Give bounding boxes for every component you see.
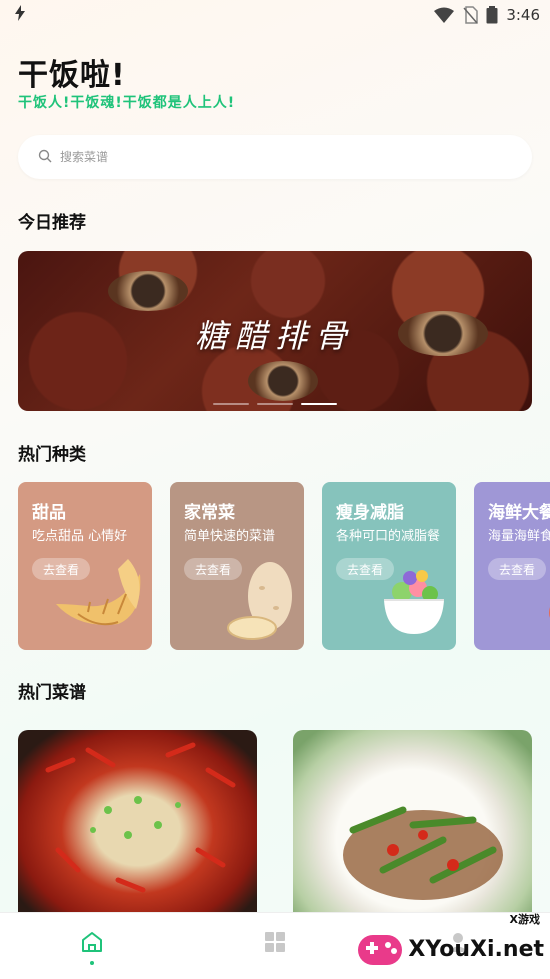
banner-title: 糖醋排骨 (194, 317, 355, 355)
view-button[interactable]: 去查看 (488, 558, 546, 580)
watermark-text: XYouXi.net (408, 936, 544, 962)
clock-time: 3:46 (506, 6, 540, 24)
category-desc: 吃点甜品 心情好 (32, 529, 128, 544)
recommend-banner[interactable]: 糖醋排骨 (18, 251, 532, 411)
category-card-dessert[interactable]: 甜品 吃点甜品 心情好 去查看 (18, 482, 152, 650)
category-card-diet[interactable]: 瘦身减脂 各种可口的减脂餐 去查看 (322, 482, 456, 650)
battery-icon (486, 6, 498, 24)
active-indicator (89, 961, 94, 965)
croissant-icon (56, 559, 141, 626)
status-bar: 3:46 (0, 0, 550, 30)
recipe-card-stir-fry[interactable] (293, 730, 532, 912)
category-name: 甜品 (32, 503, 66, 523)
app-title: 干饭啦! (18, 58, 126, 93)
home-icon (80, 931, 104, 957)
category-desc: 简单快速的菜谱 (184, 529, 276, 544)
section-title-recipes: 热门菜谱 (18, 683, 86, 703)
wifi-icon (434, 7, 455, 23)
shrimp-icon (549, 607, 550, 618)
category-name: 海鲜大餐 (488, 503, 550, 523)
search-input[interactable] (60, 150, 480, 164)
tab-home[interactable] (62, 931, 122, 971)
food-decoration (248, 361, 318, 401)
section-title-today: 今日推荐 (18, 213, 86, 233)
category-list: 甜品 吃点甜品 心情好 去查看 家常菜 简单快速的菜谱 去查看 瘦身减脂 各种可… (18, 482, 550, 650)
category-name: 瘦身减脂 (336, 503, 404, 523)
watermark-small-text: X游戏 (509, 913, 540, 926)
flash-icon (14, 5, 26, 25)
gamepad-icon (358, 935, 403, 965)
recipe-card-spicy-fish[interactable] (18, 730, 257, 912)
category-desc: 各种可口的减脂餐 (336, 529, 441, 544)
section-title-categories: 热门种类 (18, 445, 86, 465)
app-subtitle: 干饭人!干饭魂!干饭都是人上人! (18, 95, 236, 111)
watermark-logo: X游戏 XYouXi.net (356, 913, 544, 969)
spicy-fish-image (45, 742, 236, 893)
no-sim-icon (462, 6, 479, 24)
grid-icon (264, 931, 286, 957)
search-bar[interactable] (18, 135, 532, 179)
banner-indicator (18, 403, 532, 405)
banner-dot-active[interactable] (301, 403, 337, 405)
potato-icon (227, 562, 292, 640)
banner-dot[interactable] (213, 403, 249, 405)
stir-fry-image (343, 806, 503, 900)
category-card-home-cooking[interactable]: 家常菜 简单快速的菜谱 去查看 (170, 482, 304, 650)
category-card-seafood[interactable]: 海鲜大餐 海量海鲜食谱 去查看 (474, 482, 550, 650)
salad-bowl-icon (384, 570, 444, 634)
tab-category[interactable] (245, 931, 305, 971)
food-decoration (108, 271, 188, 311)
category-name: 家常菜 (184, 503, 235, 523)
category-desc: 海量海鲜食谱 (488, 529, 550, 544)
banner-dot[interactable] (257, 403, 293, 405)
search-icon (38, 148, 52, 167)
recipe-list (18, 730, 532, 912)
